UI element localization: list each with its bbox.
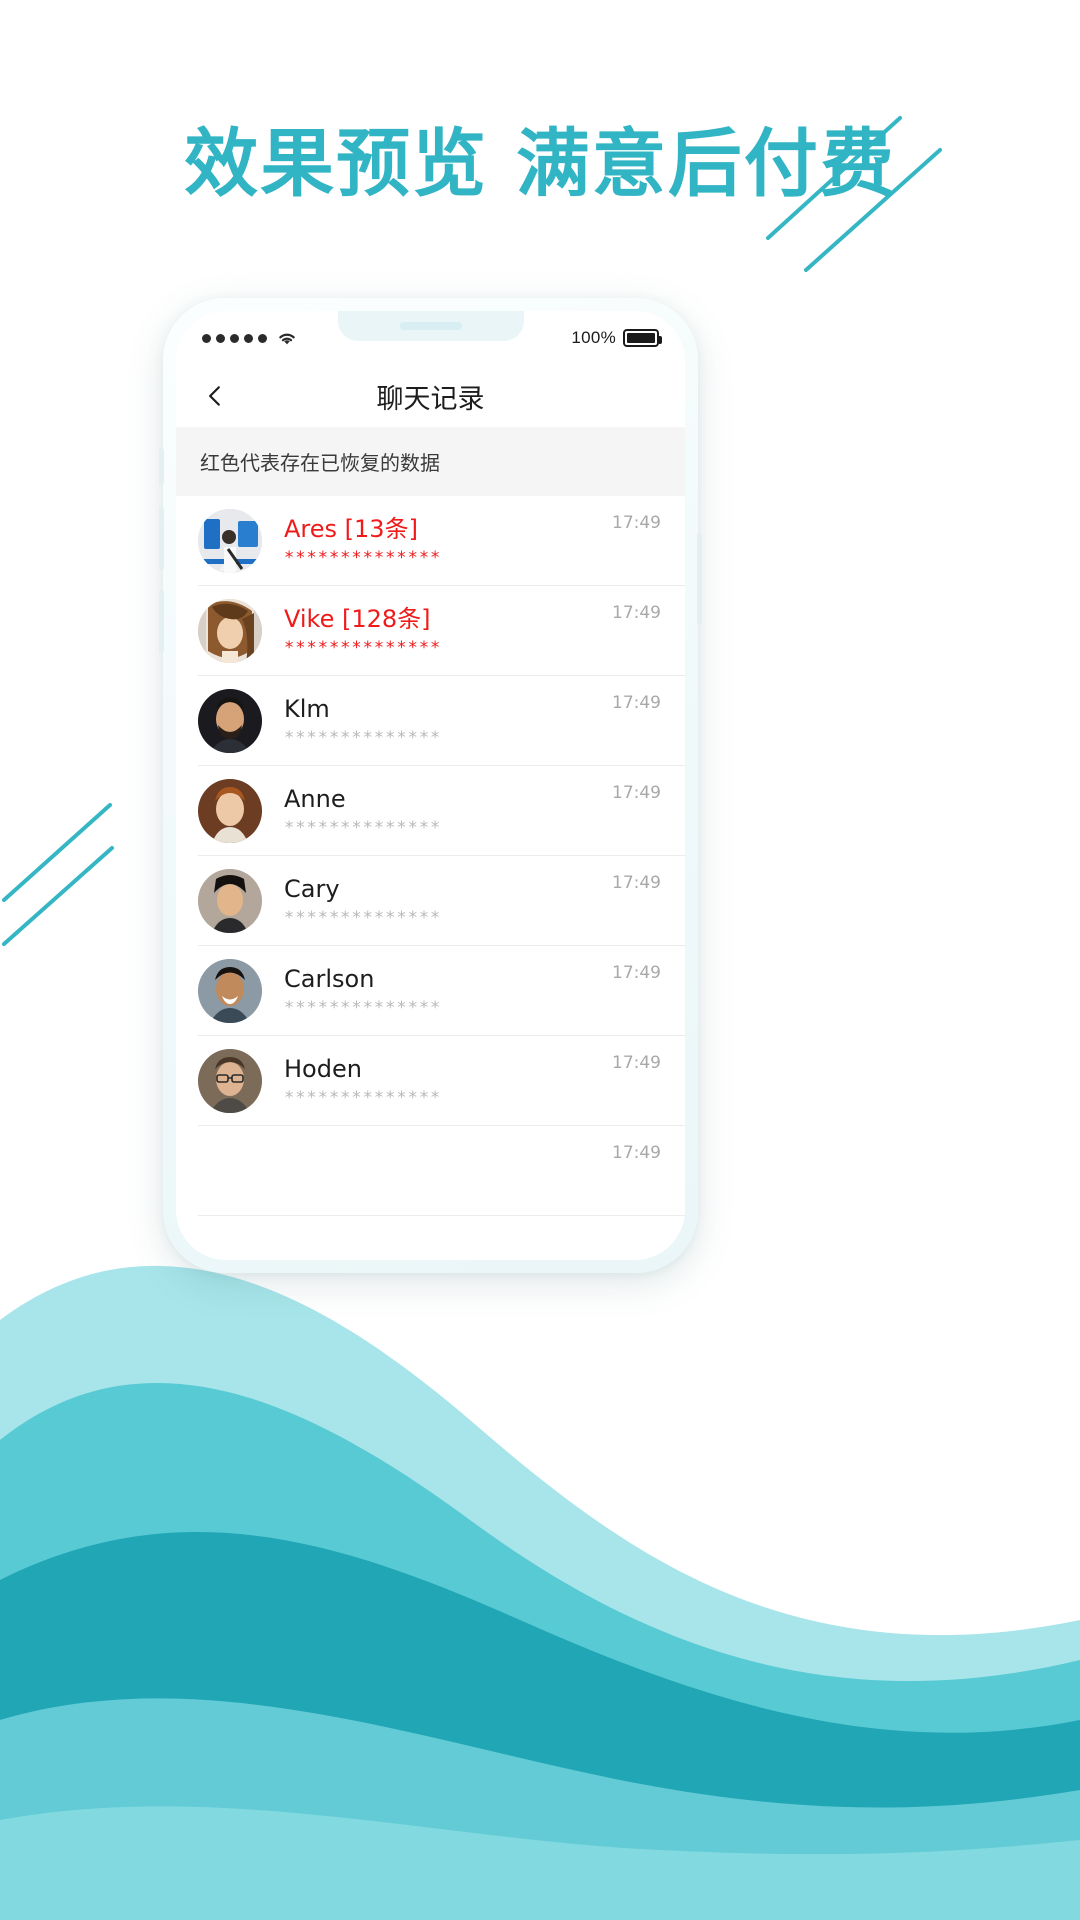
list-item-name: Klm (284, 694, 612, 724)
list-item-body: Anne ************** (262, 784, 612, 838)
list-item-time: 17:49 (612, 693, 661, 713)
list-item-preview: ************** (284, 998, 442, 1018)
list-item[interactable]: Vike [128条] ************** 17:49 (176, 586, 685, 676)
list-item-time: 17:49 (612, 603, 661, 623)
list-item-name: Carlson (284, 964, 612, 994)
message-count-badge: [13条] (344, 515, 418, 543)
avatar (198, 689, 262, 753)
wifi-icon (279, 333, 295, 345)
chevron-left-icon[interactable] (202, 383, 228, 409)
list-item-body: Klm ************** (262, 694, 612, 748)
page-title: 效果预览 满意后付费 (184, 121, 896, 207)
status-bar-left (202, 330, 298, 346)
phone-volume-down-button (159, 590, 164, 652)
contact-name: Klm (284, 695, 330, 723)
list-item-name: Hoden (284, 1054, 612, 1084)
status-bar: 100% (176, 311, 685, 365)
list-item-body: Carlson ************** (262, 964, 612, 1018)
contact-name: Ares (284, 515, 338, 543)
list-item-preview: ************** (284, 638, 442, 658)
phone-volume-up-button (159, 508, 164, 570)
list-item-name: Vike [128条] (284, 604, 612, 634)
battery-full-icon (623, 329, 662, 347)
list-item-name: Ares [13条] (284, 514, 612, 544)
list-item-time: 17:49 (612, 873, 661, 893)
phone-notch (337, 311, 524, 341)
contact-name: Hoden (284, 1055, 362, 1083)
phone-mute-switch (159, 448, 164, 484)
list-item-time: 17:49 (612, 783, 661, 803)
list-item-time: 17:49 (612, 963, 661, 983)
avatar (198, 959, 262, 1023)
list-item[interactable]: Carlson ************** 17:49 (176, 946, 685, 1036)
list-item-body: Hoden ************** (262, 1054, 612, 1108)
nav-bar: 聊天记录 (176, 365, 685, 427)
avatar (198, 1049, 262, 1113)
phone-power-button (697, 533, 702, 625)
list-item-name: Anne (284, 784, 612, 814)
list-item-preview: ************** (284, 1088, 442, 1108)
promo-page: 效果预览 满意后付费 100% 聊天记录 红色代表存在已恢复的数据 Ares [… (0, 0, 1080, 1920)
list-item-body: Ares [13条] ************** (262, 514, 612, 568)
contact-name: Anne (284, 785, 346, 813)
avatar (198, 599, 262, 663)
list-item[interactable]: Ares [13条] ************** 17:49 (176, 496, 685, 586)
message-count-badge: [128条] (342, 605, 431, 633)
list-item-preview: ************** (284, 818, 442, 838)
list-item[interactable]: Hoden ************** 17:49 (176, 1036, 685, 1126)
list-item-body: Cary ************** (262, 874, 612, 928)
status-bar-right: 100% (571, 328, 662, 348)
phone-screen: 100% 聊天记录 红色代表存在已恢复的数据 Ares [13条] ******… (176, 311, 685, 1260)
page-header-title: 聊天记录 (376, 383, 485, 415)
list-item-preview: ************** (284, 908, 442, 928)
chat-record-list: Ares [13条] ************** 17:49 Vike [12… (176, 496, 685, 1216)
list-item-preview: ************** (284, 728, 442, 748)
contact-name: Carlson (284, 965, 375, 993)
list-item[interactable]: Anne ************** 17:49 (176, 766, 685, 856)
avatar (198, 509, 262, 573)
list-item-name: Cary (284, 874, 612, 904)
list-item-time: 17:49 (612, 1143, 661, 1163)
avatar (198, 779, 262, 843)
list-item[interactable]: Klm ************** 17:49 (176, 676, 685, 766)
contact-name: Vike (284, 605, 335, 633)
list-item-time: 17:49 (612, 1053, 661, 1073)
list-item[interactable]: Cary ************** 17:49 (176, 856, 685, 946)
list-item-body: Vike [128条] ************** (262, 604, 612, 658)
list-item[interactable]: 17:49 (176, 1126, 685, 1216)
battery-percent-label: 100% (571, 328, 616, 347)
list-item-time: 17:49 (612, 513, 661, 533)
list-item-preview: ************** (284, 548, 442, 568)
phone-mockup: 100% 聊天记录 红色代表存在已恢复的数据 Ares [13条] ******… (159, 298, 702, 1273)
signal-dots-icon (202, 333, 267, 343)
info-banner: 红色代表存在已恢复的数据 (176, 427, 685, 496)
avatar (198, 869, 262, 933)
contact-name: Cary (284, 875, 340, 903)
